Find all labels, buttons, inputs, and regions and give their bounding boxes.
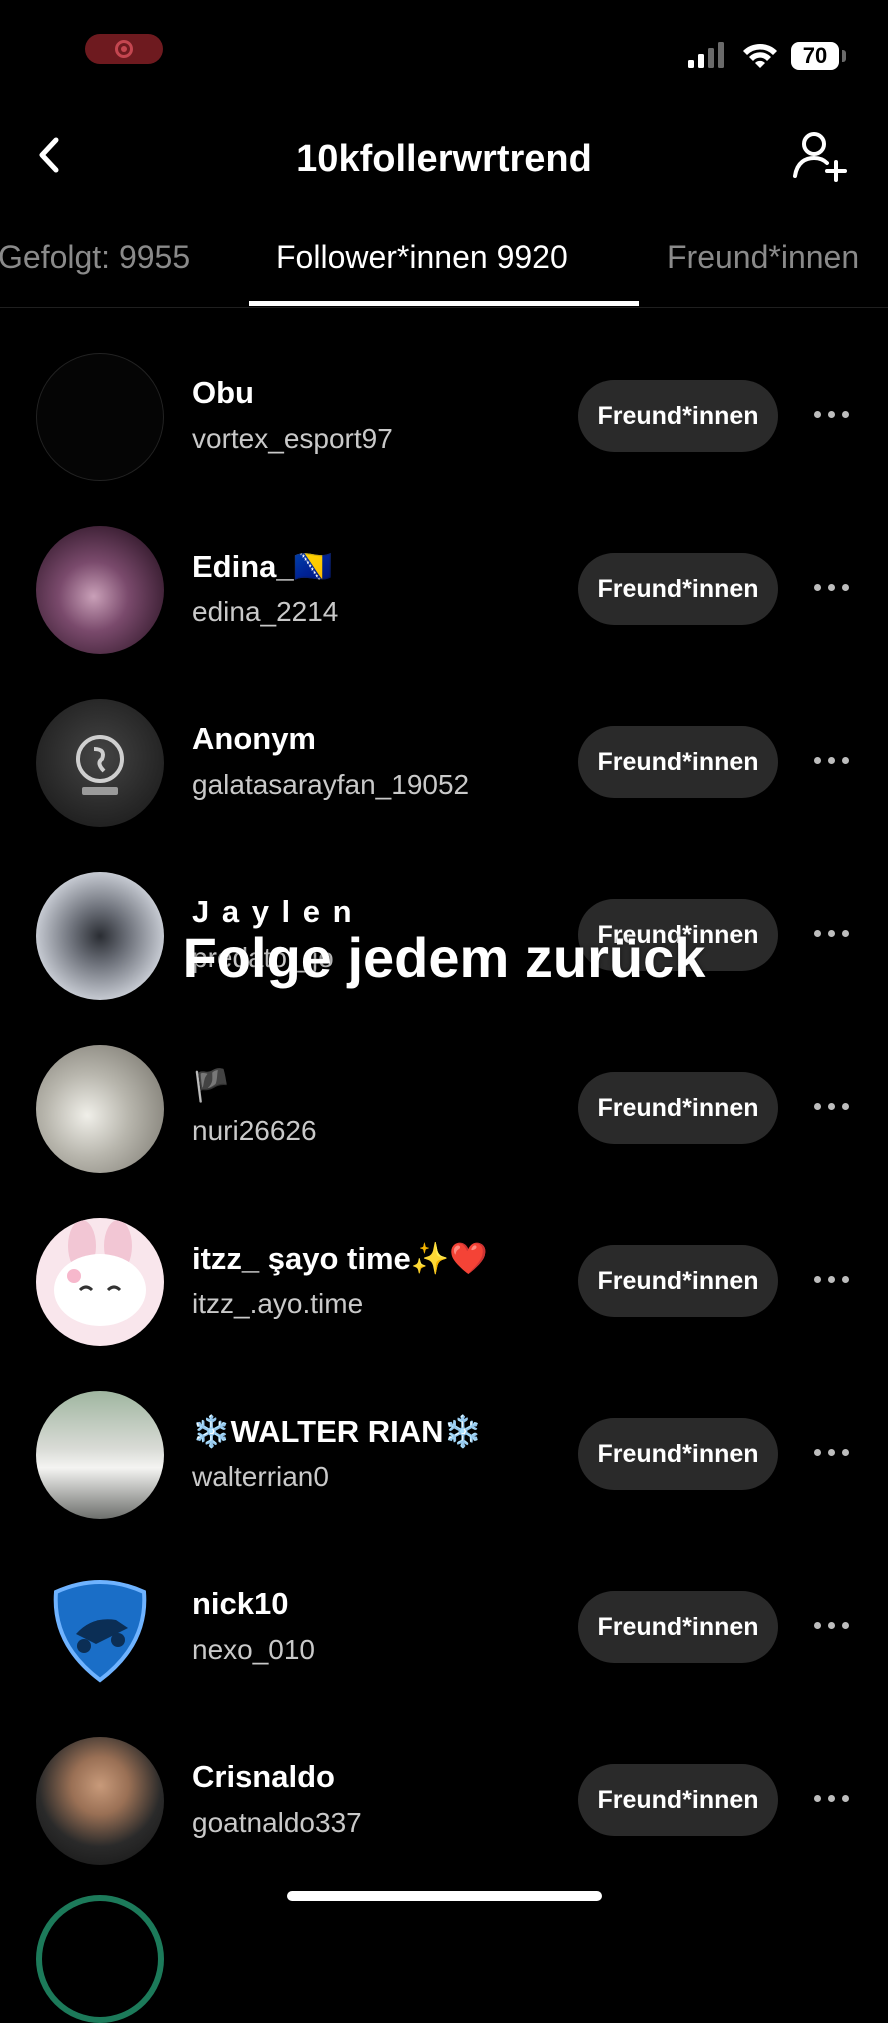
cartoon-bunny-icon [54, 1220, 146, 1326]
list-item[interactable]: Obu vortex_esport97 Freund*innen [0, 345, 888, 518]
game-logo-icon [53, 1580, 147, 1683]
avatar[interactable] [36, 1564, 164, 1692]
username: walterrian0 [192, 1461, 329, 1492]
header: 10kfollerwrtrend [0, 110, 888, 200]
friends-button[interactable]: Freund*innen [578, 1245, 778, 1317]
display-name: Crisnaldo [192, 1759, 335, 1794]
friends-button[interactable]: Freund*innen [578, 1764, 778, 1836]
tab-friends[interactable]: Freund*innen [667, 239, 859, 276]
record-icon [115, 40, 133, 58]
video-caption-overlay: Folge jedem zurück [182, 926, 706, 989]
username: edina_2214 [192, 596, 339, 627]
tab-followers[interactable]: Follower*innen 9920 [276, 239, 568, 276]
tab-bar: Gefolgt: 9955 Follower*innen 9920 Freund… [0, 225, 888, 308]
more-options-icon[interactable] [814, 1443, 854, 1463]
list-item[interactable]: Crisnaldo goatnaldo337 Freund*innen [0, 1729, 888, 1902]
friends-button[interactable]: Freund*innen [578, 726, 778, 798]
list-item[interactable]: nick10 nexo_010 Freund*innen [0, 1556, 888, 1729]
friends-button[interactable]: Freund*innen [578, 1072, 778, 1144]
list-item[interactable]: 🏴 nuri26626 Freund*innen [0, 1037, 888, 1210]
more-options-icon[interactable] [814, 1097, 854, 1117]
battery-level: 70 [802, 43, 828, 68]
friends-button[interactable]: Freund*innen [578, 1591, 778, 1663]
display-name: nick10 [192, 1586, 289, 1621]
tab-following[interactable]: Gefolgt: 9955 [0, 239, 190, 276]
avatar[interactable] [36, 1737, 164, 1865]
club-logo-icon [76, 735, 124, 795]
page-title: 10kfollerwrtrend [296, 138, 592, 180]
list-item[interactable]: itzz_ şayo time✨❤️ itzz_.ayo.time Freund… [0, 1210, 888, 1383]
more-options-icon[interactable] [814, 751, 854, 771]
display-name: 🏴 [192, 1068, 231, 1103]
avatar[interactable] [36, 1218, 164, 1346]
display-name: Obu [192, 375, 254, 410]
avatar[interactable] [36, 1045, 164, 1173]
display-name: itzz_ şayo time✨❤️ [192, 1241, 488, 1276]
active-tab-indicator [249, 301, 639, 306]
list-item[interactable]: Anonym galatasarayfan_19052 Freund*innen [0, 691, 888, 864]
avatar[interactable] [36, 699, 164, 827]
friends-button[interactable]: Freund*innen [578, 380, 778, 452]
username: itzz_.ayo.time [192, 1288, 364, 1319]
list-item[interactable]: Edina_🇧🇦 edina_2214 Freund*innen [0, 518, 888, 691]
avatar[interactable] [36, 1895, 164, 2023]
more-options-icon[interactable] [814, 1270, 854, 1290]
battery-icon: 70 [791, 42, 839, 70]
list-item[interactable]: ❄️WALTER RIAN❄️ walterrian0 Freund*innen [0, 1383, 888, 1556]
username: nexo_010 [192, 1634, 316, 1665]
more-options-icon[interactable] [814, 405, 854, 425]
wifi-icon [743, 43, 777, 68]
avatar[interactable] [36, 353, 164, 481]
friends-button[interactable]: Freund*innen [578, 553, 778, 625]
username: vortex_esport97 [192, 423, 393, 454]
more-options-icon[interactable] [814, 578, 854, 598]
status-bar: 70 [0, 0, 888, 110]
home-indicator [287, 1891, 602, 1901]
more-options-icon[interactable] [814, 1616, 854, 1636]
more-options-icon[interactable] [814, 1789, 854, 1809]
signal-icon [688, 42, 724, 68]
username: galatasarayfan_19052 [192, 769, 470, 800]
username: nuri26626 [192, 1115, 317, 1146]
avatar[interactable] [36, 526, 164, 654]
friends-button[interactable]: Freund*innen [578, 1418, 778, 1490]
display-name: Edina_🇧🇦 [192, 549, 333, 584]
avatar[interactable] [36, 1391, 164, 1519]
username: goatnaldo337 [192, 1807, 362, 1838]
screen-recording-indicator [85, 34, 163, 64]
add-user-icon[interactable] [790, 128, 850, 184]
display-name: ❄️WALTER RIAN❄️ [192, 1414, 483, 1449]
display-name: Anonym [192, 721, 316, 756]
battery-nub [842, 50, 846, 62]
